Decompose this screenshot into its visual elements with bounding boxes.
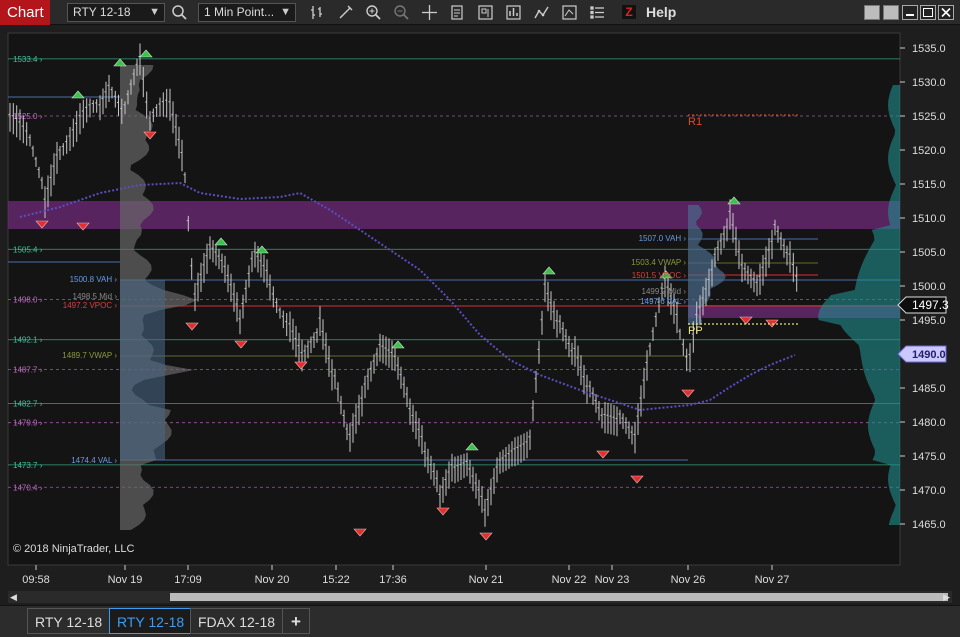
link-button[interactable] [864,5,880,20]
time-axis-label: Nov 21 [469,574,504,586]
zoom-out-icon[interactable] [391,3,411,22]
chart-window: Chart RTY 12-18 ▼ 1 Min Point... ▼ Z Hel… [0,0,960,637]
copyright-text: © 2018 NinjaTrader, LLC [13,543,134,555]
crosshair-price-value: 1490.0 [912,349,946,361]
price-axis-label: 1480.0 [912,417,946,429]
strategies-icon[interactable] [531,3,551,22]
pencil-icon[interactable] [335,3,355,22]
level-label: 1525.0 › [13,112,43,121]
profile-label: 1500.8 VAH › [70,275,118,284]
price-axis-label: 1520.0 [912,145,946,157]
time-axis-label: 17:09 [174,574,202,586]
price-axis-label: 1535.0 [912,43,946,55]
scroll-thumb[interactable] [170,593,948,601]
time-axis-label: 17:36 [379,574,407,586]
profile-label: 1501.5 VPOC › [632,271,687,280]
templates-icon[interactable] [475,3,495,22]
minimize-button[interactable] [902,5,918,20]
zoom-in-icon[interactable] [363,3,383,22]
profile-label: 1507.0 VAH › [639,234,687,243]
price-axis-label: 1495.0 [912,315,946,327]
tab-rty-1[interactable]: RTY 12-18 [27,608,111,634]
chevron-down-icon: ▼ [149,6,160,18]
instrument-value: RTY 12-18 [73,5,131,19]
z-icon[interactable]: Z [622,5,636,19]
pivot-r1-label: R1 [688,116,702,128]
price-axis-label: 1500.0 [912,281,946,293]
tab-fdax[interactable]: FDAX 12-18 [190,608,284,634]
level-label: 1470.4 › [13,483,43,492]
level-label: 1533.4 › [13,55,43,64]
search-icon[interactable] [169,3,189,22]
horizontal-scrollbar[interactable]: ◀ ▶ [8,591,952,603]
chart-window-label: Chart [0,0,50,25]
time-axis-label: Nov 20 [255,574,290,586]
price-axis-label: 1485.0 [912,383,946,395]
level-label: 1487.7 › [13,366,43,375]
interval-value: 1 Min Point... [204,5,275,19]
level-label: 1482.7 › [13,400,43,409]
pin-button[interactable] [883,5,899,20]
interval-selector[interactable]: 1 Min Point... ▼ [198,3,296,22]
time-axis-label: Nov 22 [552,574,587,586]
bar-type-icon[interactable] [307,3,327,22]
snapshot-icon[interactable] [559,3,579,22]
profile-label: 1499.2 Mid › [642,287,687,296]
level-label: 1479.9 › [13,419,43,428]
level-label: 1473.7 › [13,461,43,470]
close-button[interactable] [938,5,954,20]
profile-label: 1503.4 VWAP › [631,258,686,267]
price-axis-label: 1510.0 [912,213,946,225]
profile-label: 1497.2 VPOC › [63,301,118,310]
price-axis-label: 1515.0 [912,179,946,191]
toolbar: Chart RTY 12-18 ▼ 1 Min Point... ▼ Z Hel… [0,0,960,25]
profile-label: 1474.4 VAL › [71,456,117,465]
pivot-pp-label: PP [688,325,703,337]
scroll-left-icon[interactable]: ◀ [10,591,17,603]
level-label: 1505.4 › [13,245,43,254]
scroll-right-icon[interactable]: ▶ [943,591,950,603]
maximize-button[interactable] [920,5,936,20]
price-axis-label: 1465.0 [912,519,946,531]
price-axis-label: 1475.0 [912,451,946,463]
time-axis-label: 15:22 [322,574,350,586]
price-axis-label: 1470.0 [912,485,946,497]
chart-panel[interactable]: 1533.4 › 1525.0 › 1505.4 › 1498.0 › 1492.1 ›… [0,25,960,590]
price-axis-label: 1505.0 [912,247,946,259]
level-label: 1492.1 › [13,336,43,345]
time-axis-label: 09:58 [22,574,50,586]
last-price-value: 1497.3 [912,298,949,312]
time-axis-label: Nov 23 [595,574,630,586]
crosshair-icon[interactable] [419,3,439,22]
instrument-selector[interactable]: RTY 12-18 ▼ [67,3,165,22]
profile-label: 1498.5 Mid › [73,292,118,301]
data-box-icon[interactable] [447,3,467,22]
profile-label: 1489.7 VWAP › [62,351,117,360]
add-tab-button[interactable]: + [282,608,310,634]
indicators-icon[interactable] [503,3,523,22]
tab-bar: RTY 12-18 RTY 12-18 FDAX 12-18 + [0,605,960,637]
price-axis-label: 1525.0 [912,111,946,123]
price-chart[interactable]: 1533.4 › 1525.0 › 1505.4 › 1498.0 › 1492.1 ›… [0,25,960,590]
level-label: 1498.0 › [13,296,43,305]
profile-label: 1497.6 VAL › [640,297,686,306]
chevron-down-icon: ▼ [280,6,291,18]
tab-rty-2[interactable]: RTY 12-18 [109,608,193,634]
time-axis-label: Nov 27 [755,574,790,586]
price-axis-label: 1530.0 [912,77,946,89]
time-axis-label: Nov 26 [671,574,706,586]
value-area-left [120,280,165,460]
properties-icon[interactable] [587,3,607,22]
time-axis-label: Nov 19 [108,574,143,586]
help-menu[interactable]: Help [646,0,676,25]
